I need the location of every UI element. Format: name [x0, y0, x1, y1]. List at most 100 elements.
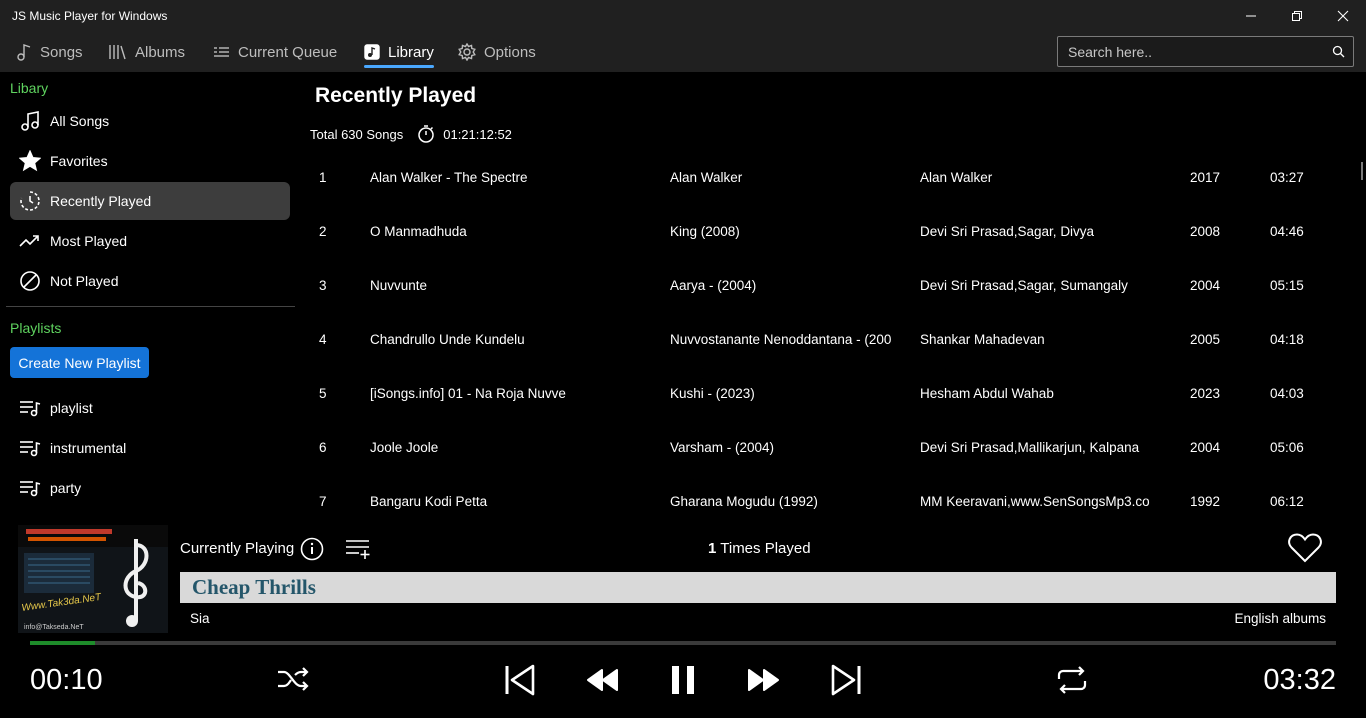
song-number: 2: [319, 224, 327, 239]
sidebar-item-most-played[interactable]: Most Played: [10, 222, 290, 260]
total-duration: 01:21:12:52: [443, 126, 512, 142]
shuffle-icon: [278, 667, 309, 691]
album-art: Www.Tak3da.NeT info@Takseda.NeT: [18, 525, 168, 633]
song-album: Alan Walker: [670, 170, 743, 185]
song-year: 2008: [1190, 224, 1221, 239]
song-duration: 05:06: [1270, 440, 1304, 455]
block-icon: [20, 271, 40, 291]
playlist-icon: [20, 401, 41, 417]
song-year: 2023: [1190, 386, 1221, 401]
queue-icon: [214, 47, 229, 57]
playlist-label: party: [50, 480, 82, 496]
song-number: 7: [319, 494, 327, 509]
song-row[interactable]: 5 [iSongs.info] 01 - Na Roja Nuvve Kushi…: [300, 386, 1360, 440]
add-to-queue-icon: [346, 540, 370, 559]
pause-button[interactable]: [665, 662, 701, 698]
stopwatch-icon: [418, 125, 434, 143]
times-played-count: 1: [708, 540, 717, 557]
playlist-label: instrumental: [50, 440, 127, 456]
progress-bar[interactable]: [30, 641, 1336, 645]
fast-forward-button[interactable]: [744, 664, 784, 696]
song-artist: Devi Sri Prasad,Sagar, Sumangaly: [920, 278, 1128, 293]
currently-playing-label: Currently Playing: [180, 540, 295, 557]
playlist-icon: [20, 481, 41, 497]
song-year: 2004: [1190, 440, 1221, 455]
sidebar-item-label: Not Played: [50, 273, 119, 289]
search-input[interactable]: [1068, 37, 1318, 66]
sidebar-playlist-item[interactable]: party: [10, 469, 290, 507]
song-row[interactable]: 1 Alan Walker - The Spectre Alan Walker …: [300, 170, 1360, 224]
minimize-button[interactable]: [1228, 0, 1274, 32]
player-panel: Www.Tak3da.NeT info@Takseda.NeT Currentl…: [0, 520, 1366, 718]
tab-library[interactable]: Library: [364, 32, 434, 72]
song-row[interactable]: 4 Chandrullo Unde Kundelu Nuvvostanante …: [300, 332, 1360, 386]
tab-options[interactable]: Options: [458, 32, 536, 72]
restore-icon: [1292, 11, 1302, 21]
albums-icon: [109, 45, 126, 60]
song-duration: 05:15: [1270, 278, 1304, 293]
library-section-label: Libary: [10, 80, 49, 96]
total-time: 03:32: [1263, 664, 1336, 696]
song-duration: 03:27: [1270, 170, 1304, 185]
song-album: Nuvvostanante Nenoddantana - (200: [670, 332, 892, 347]
sidebar-item-label: Favorites: [50, 153, 108, 169]
previous-button[interactable]: [500, 662, 538, 698]
nav-bar: Songs Albums Current Queue Library Optio…: [0, 32, 1366, 72]
song-number: 3: [319, 278, 327, 293]
scrollbar-thumb[interactable]: [1361, 162, 1363, 180]
add-to-queue-button[interactable]: [344, 536, 372, 562]
favorite-button[interactable]: [1286, 530, 1324, 566]
rewind-button[interactable]: [582, 664, 622, 696]
pause-icon: [672, 666, 694, 694]
song-row[interactable]: 2 O Manmadhuda King (2008) Devi Sri Pras…: [300, 224, 1360, 278]
song-title: Joole Joole: [370, 440, 439, 455]
song-row[interactable]: 7 Bangaru Kodi Petta Gharana Mogudu (199…: [300, 494, 1360, 520]
song-year: 2017: [1190, 170, 1221, 185]
sidebar-item-favorites[interactable]: Favorites: [10, 142, 290, 180]
now-playing-album: English albums: [1234, 611, 1326, 626]
song-title: Bangaru Kodi Petta: [370, 494, 488, 509]
song-duration: 04:46: [1270, 224, 1304, 239]
song-album: King (2008): [670, 224, 740, 239]
sidebar-item-all-songs[interactable]: All Songs: [10, 102, 290, 140]
song-duration: 04:03: [1270, 386, 1304, 401]
song-row[interactable]: 6 Joole Joole Varsham - (2004) Devi Sri …: [300, 440, 1360, 494]
library-stats: Total 630 Songs 01:21:12:52: [310, 124, 512, 144]
now-playing-title: Cheap Thrills: [192, 575, 316, 599]
times-played-label: Times Played: [720, 540, 811, 557]
tab-albums[interactable]: Albums: [108, 32, 185, 72]
close-icon: [1337, 10, 1349, 22]
tab-options-label: Options: [484, 43, 536, 61]
playlists-section-label: Playlists: [10, 320, 62, 336]
search-icon[interactable]: [1332, 45, 1345, 58]
song-number: 6: [319, 440, 327, 455]
sidebar-item-label: Most Played: [50, 233, 128, 249]
sidebar-item-not-played[interactable]: Not Played: [10, 262, 290, 300]
song-row[interactable]: 3 Nuvvunte Aarya - (2004) Devi Sri Prasa…: [300, 278, 1360, 332]
total-songs: Total 630 Songs: [310, 126, 404, 142]
sidebar-playlist-item[interactable]: playlist: [10, 389, 290, 427]
tab-songs[interactable]: Songs: [16, 32, 83, 72]
song-artist: Devi Sri Prasad,Mallikarjun, Kalpana: [920, 440, 1140, 455]
tab-current-queue[interactable]: Current Queue: [213, 32, 337, 72]
song-artist: Alan Walker: [920, 170, 993, 185]
info-button[interactable]: [299, 536, 325, 562]
sidebar-item-recently-played[interactable]: Recently Played: [10, 182, 290, 220]
next-button[interactable]: [828, 662, 866, 698]
tab-library-label: Library: [388, 43, 434, 61]
shuffle-button[interactable]: [274, 662, 312, 696]
minimize-icon: [1246, 15, 1256, 17]
song-title: [iSongs.info] 01 - Na Roja Nuvve: [370, 386, 566, 401]
maximize-button[interactable]: [1274, 0, 1320, 32]
song-title: Nuvvunte: [370, 278, 428, 293]
close-button[interactable]: [1320, 0, 1366, 32]
search-box[interactable]: [1057, 36, 1354, 67]
repeat-button[interactable]: [1053, 662, 1091, 698]
create-playlist-button[interactable]: Create New Playlist: [10, 347, 149, 378]
song-artist: Shankar Mahadevan: [920, 332, 1045, 347]
sidebar-playlist-item[interactable]: instrumental: [10, 429, 290, 467]
song-album: Gharana Mogudu (1992): [670, 494, 818, 509]
rewind-icon: [587, 669, 618, 691]
now-playing-artist: Sia: [190, 611, 210, 626]
main-content: Recently Played Total 630 Songs 01:21:12…: [300, 72, 1366, 520]
